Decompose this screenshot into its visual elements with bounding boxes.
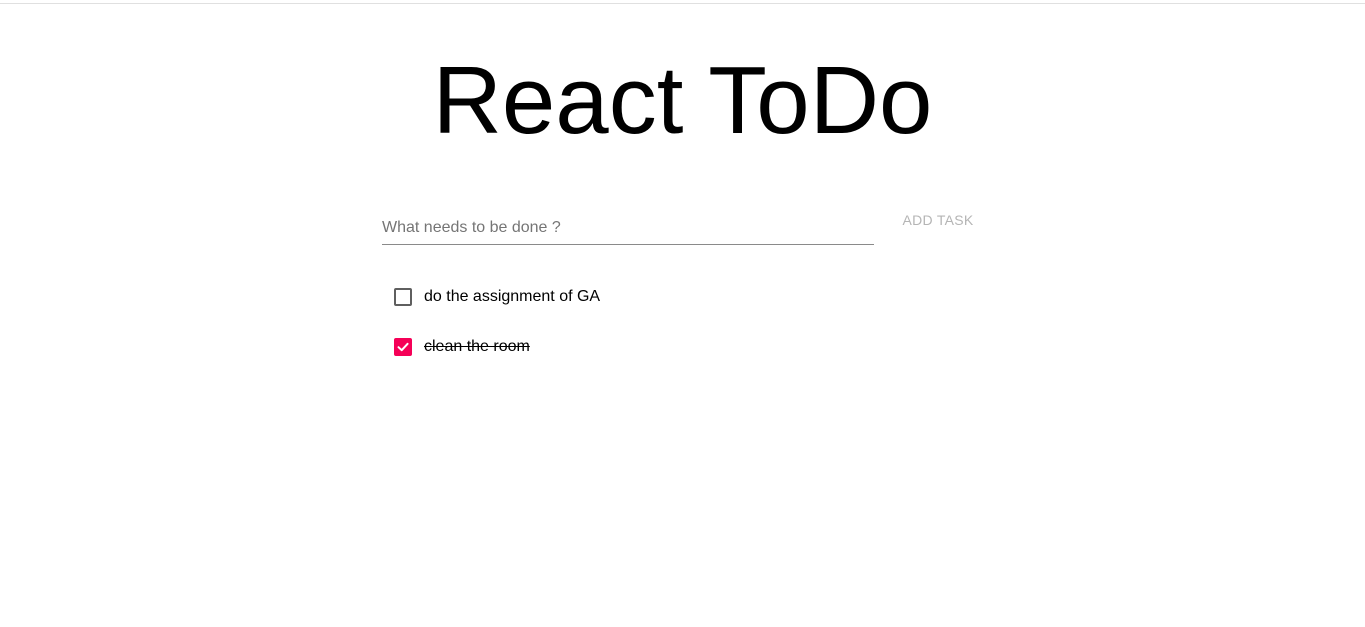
task-input-container [382,212,874,245]
todo-text: do the assignment of GA [424,288,601,305]
task-input[interactable] [382,216,874,240]
todo-checkbox[interactable] [394,338,412,356]
checkmark-icon [397,342,409,352]
add-task-button[interactable]: ADD TASK [894,206,982,234]
top-divider [0,3,1365,4]
todo-checkbox[interactable] [394,288,412,306]
todo-text: clean the room [424,338,530,355]
todo-list: do the assignment of GA clean the room [394,286,600,386]
todo-item: clean the room [394,336,600,358]
todo-item: do the assignment of GA [394,286,600,308]
page-title: React ToDo [432,47,933,154]
